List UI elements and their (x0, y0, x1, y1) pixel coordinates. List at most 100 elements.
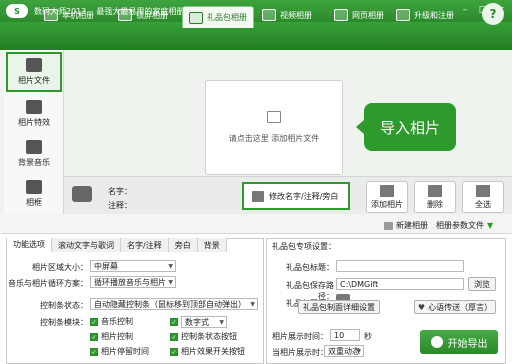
button-label: 开始导出 (447, 338, 488, 350)
sidebar-item-photo-files[interactable]: 相片文件 (6, 52, 62, 92)
control-bar-state-button-checkbox[interactable]: ✓ 控制条状态按钮 (170, 331, 237, 342)
chevron-down-icon: ▼ (219, 319, 224, 326)
action-label: 全选 (475, 199, 491, 209)
add-photo-button[interactable]: 添加相片 (366, 181, 408, 213)
check-icon: ✓ (170, 318, 178, 326)
tab-gift-album[interactable]: 礼品包相册 (182, 6, 254, 28)
gift-detail-settings-button[interactable]: 礼品包制面详细设置 (298, 300, 380, 314)
photo-area-size-select[interactable]: 中屏幕 ▼ (90, 260, 176, 272)
globe-icon (396, 9, 410, 21)
tab-lockscreen-album[interactable]: 锁屏相册 (112, 4, 174, 26)
tab-label: 视频相册 (280, 10, 312, 20)
tab-video-album[interactable]: 视频相册 (256, 4, 318, 26)
photo-area-size-label: 相片区域大小： (32, 263, 88, 272)
monitor-icon (118, 9, 132, 21)
chevron-down-icon: ▼ (168, 279, 173, 286)
checkbox-label: 音乐控制 (101, 317, 133, 326)
select-value: 数字式 (185, 317, 209, 327)
tab-scroll-text-lyrics[interactable]: 滚动文字与歌词 (52, 238, 121, 252)
minimize-icon[interactable]: – (458, 3, 472, 16)
gift-icon (189, 11, 203, 24)
check-icon: ✓ (170, 347, 178, 356)
numeric-style-select[interactable]: 数字式 ▼ (181, 316, 227, 328)
checkbox-label: 控制条状态按钮 (181, 332, 237, 341)
new-album-label: 新建相册 (396, 221, 428, 230)
select-value: 自动隐藏控制条（鼠标移到顶部自动弹出） (94, 299, 246, 309)
loop-scheme-select[interactable]: 循环播放音乐与相片 ▼ (90, 276, 176, 288)
heart-message-button[interactable]: ♥ 心语传送（厚言） (414, 300, 496, 314)
tab-function-options[interactable]: 功能选项 (7, 238, 52, 252)
tab-narration[interactable]: 旁白 (168, 238, 198, 252)
sidebar-item-label: 相片文件 (18, 76, 50, 85)
checkbox-label: 相片控制 (101, 332, 133, 341)
tab-name-note[interactable]: 名字/注释 (121, 238, 169, 252)
delete-button[interactable]: 删除 (414, 181, 456, 213)
add-photo-dropzone[interactable]: 请点击这里 添加相片文件 (205, 80, 343, 175)
film-icon (262, 9, 276, 21)
select-value: 中屏幕 (94, 261, 118, 271)
chevron-down-icon: ▼ (487, 221, 494, 230)
button-label: 心语传送（厚言） (428, 302, 493, 312)
new-album-link[interactable]: 新建相册 (384, 220, 428, 231)
note-label: 注释： (108, 201, 132, 210)
camera-icon (72, 186, 92, 202)
tab-web-album[interactable]: 网页相册 (328, 4, 390, 26)
tab-background[interactable]: 背景 (197, 238, 227, 252)
import-photo-callout: 导入相片 (356, 103, 456, 151)
sidebar-item-frame[interactable]: 相框 (6, 174, 62, 214)
app-logo: S (6, 4, 28, 18)
photo-stay-time-checkbox[interactable]: ✓ 相片停留时间 (90, 346, 149, 357)
frame-icon (26, 180, 42, 194)
edit-name-note-narration-button[interactable]: 修改名字/注释/旁白 (242, 182, 350, 210)
new-album-icon (384, 221, 393, 230)
gift-path-input[interactable]: C:\DMGift (336, 278, 464, 290)
settings-tabs: 功能选项 滚动文字与歌词 名字/注释 旁白 背景 (7, 238, 227, 252)
chevron-down-icon: ▼ (250, 301, 255, 308)
gift-title-input[interactable] (336, 260, 464, 272)
dropzone-text: 请点击这里 添加相片文件 (228, 134, 320, 143)
select-all-button[interactable]: 全选 (462, 181, 504, 213)
gift-settings-title: 礼品包专项设置： (272, 242, 336, 251)
loop-scheme-label: 音乐与相片循环方案： (8, 279, 88, 288)
photo-effect-toggle-checkbox[interactable]: ✓ 相片效果开关按钮 (170, 346, 245, 357)
action-label: 删除 (427, 199, 443, 209)
tab-label: 锁屏相册 (136, 10, 168, 20)
music-control-checkbox[interactable]: ✓ 音乐控制 (90, 316, 133, 327)
main-nav (0, 22, 512, 50)
add-photo-icon (267, 111, 281, 123)
browse-button[interactable]: 浏览 (468, 277, 496, 291)
photo-control-checkbox[interactable]: ✓ 相片控制 (90, 331, 133, 342)
web-icon (334, 9, 348, 21)
display-time-label: 相片展示时间： (272, 332, 328, 341)
trash-icon (428, 184, 442, 197)
gift-title-label: 礼品包标题： (286, 263, 334, 272)
tab-label: 礼品包相册 (207, 13, 247, 22)
album-params-link[interactable]: 相册参数文件 ▼ (436, 220, 493, 231)
check-icon: ✓ (170, 332, 178, 341)
help-button[interactable]: ? (482, 3, 504, 25)
sidebar-item-label: 相框 (26, 198, 42, 207)
start-export-button[interactable]: 开始导出 (420, 330, 498, 354)
display-time-input[interactable]: 10 (330, 329, 360, 341)
check-icon: ✓ (90, 332, 98, 341)
sidebar-item-label: 相片特效 (18, 118, 50, 127)
tab-label: 本机相册 (62, 10, 94, 20)
select-value: 双重动态 (328, 346, 360, 356)
tab-local-album[interactable]: 本机相册 (38, 4, 100, 26)
effects-icon (26, 100, 42, 114)
chevron-down-icon: ▼ (356, 348, 361, 355)
display-mode-label: 当相片展示时： (272, 348, 328, 357)
sidebar-item-photo-effects[interactable]: 相片特效 (6, 94, 62, 134)
select-value: 循环播放音乐与相片 (94, 277, 166, 287)
edit-button-label: 修改名字/注释/旁白 (269, 191, 339, 201)
chevron-down-icon: ▼ (168, 263, 173, 270)
album-params-label: 相册参数文件 (436, 221, 484, 230)
check-icon: ✓ (90, 347, 98, 356)
numeric-style-checkbox[interactable]: ✓ 数字式 ▼ (170, 316, 227, 328)
button-label: 礼品包制面详细设置 (303, 302, 375, 312)
sidebar-item-background-music[interactable]: 背景音乐 (6, 134, 62, 174)
tab-upgrade-register[interactable]: 升级和注册 (390, 4, 460, 26)
control-bar-state-select[interactable]: 自动隐藏控制条（鼠标移到顶部自动弹出） ▼ (90, 298, 258, 310)
name-label: 名字： (108, 187, 132, 196)
display-mode-select[interactable]: 双重动态 ▼ (324, 345, 364, 357)
